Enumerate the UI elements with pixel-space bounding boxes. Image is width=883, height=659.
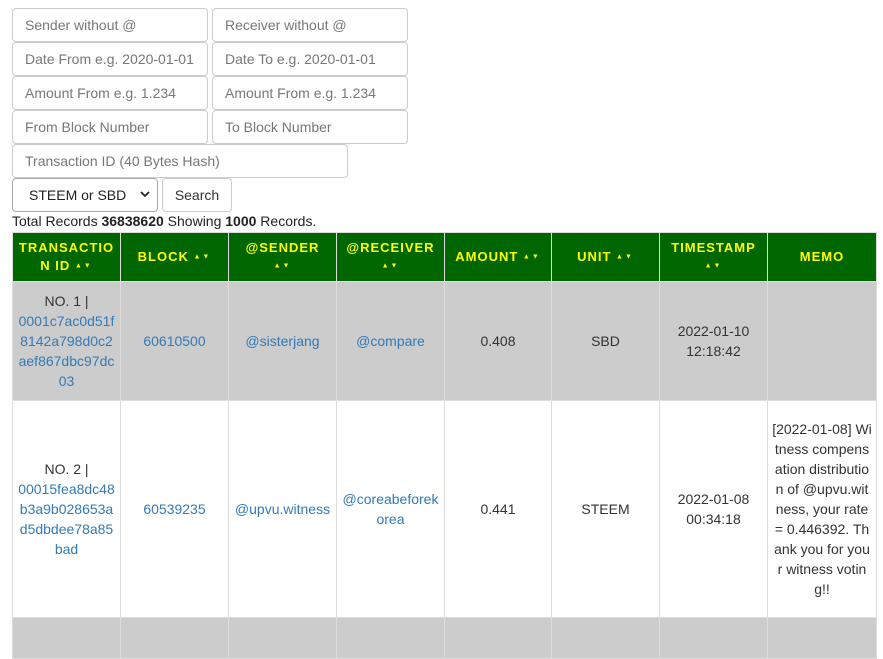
sort-icon: ▲▼ bbox=[273, 262, 292, 270]
unit-select[interactable]: STEEM or SBD bbox=[12, 178, 158, 212]
date-to-input[interactable] bbox=[212, 42, 408, 76]
cell-block: 60539235 bbox=[120, 400, 229, 618]
cell-empty bbox=[228, 617, 337, 659]
cell-unit: STEEM bbox=[551, 400, 660, 618]
sort-icon: ▲▼ bbox=[74, 262, 93, 270]
unit-select-value: STEEM or SBD bbox=[29, 187, 127, 203]
transaction-id-link[interactable]: 00015fea8dc48b3a9b028653ad5dbdee78a85bad bbox=[18, 481, 115, 557]
header-block[interactable]: BLOCK ▲▼ bbox=[120, 232, 229, 282]
header-memo: MEMO bbox=[767, 232, 877, 282]
header-sender-label: @SENDER bbox=[245, 239, 320, 255]
cell-memo: [2022-01-08] Witness compensation distri… bbox=[767, 400, 877, 618]
header-transaction-id-label: TRANSACTIO N ID bbox=[18, 239, 115, 273]
cell-amount: 0.408 bbox=[444, 281, 552, 401]
table-row bbox=[12, 617, 877, 659]
block-from-input[interactable] bbox=[12, 110, 208, 144]
cell-timestamp: 2022-01-08 00:34:18 bbox=[659, 400, 768, 618]
summary-middle: Showing bbox=[163, 213, 226, 229]
cell-memo bbox=[767, 281, 877, 401]
cell-empty bbox=[767, 617, 877, 659]
header-transaction-id[interactable]: TRANSACTIO N ID ▲▼ bbox=[12, 232, 121, 282]
header-timestamp[interactable]: TIMESTAMP ▲▼ bbox=[659, 232, 768, 282]
row-number: NO. 2 | bbox=[44, 461, 89, 477]
header-unit[interactable]: UNIT ▲▼ bbox=[551, 232, 660, 282]
search-button[interactable]: Search bbox=[162, 178, 232, 212]
sender-link[interactable]: @upvu.witness bbox=[235, 501, 330, 517]
table-header-row: TRANSACTIO N ID ▲▼ BLOCK ▲▼ @SENDER ▲▼ @R… bbox=[12, 232, 877, 282]
block-to-input[interactable] bbox=[212, 110, 408, 144]
header-timestamp-label: TIMESTAMP bbox=[671, 239, 756, 255]
table-row: NO. 1 | 0001c7ac0d51f8142a798d0c2aef867db… bbox=[12, 281, 877, 401]
header-memo-label: MEMO bbox=[799, 249, 845, 264]
cell-empty bbox=[336, 617, 445, 659]
block-link[interactable]: 60610500 bbox=[143, 333, 205, 349]
block-link[interactable]: 60539235 bbox=[143, 501, 205, 517]
sort-icon: ▲▼ bbox=[616, 253, 634, 261]
summary-prefix: Total Records bbox=[12, 213, 102, 229]
receiver-input[interactable] bbox=[212, 8, 408, 42]
cell-transaction-id: NO. 2 | 00015fea8dc48b3a9b028653ad5dbdee7… bbox=[12, 400, 121, 618]
receiver-link[interactable]: @compare bbox=[356, 333, 425, 349]
cell-unit: SBD bbox=[551, 281, 660, 401]
cell-empty bbox=[12, 617, 121, 659]
transactions-table: TRANSACTIO N ID ▲▼ BLOCK ▲▼ @SENDER ▲▼ @R… bbox=[12, 232, 877, 659]
cell-sender: @sisterjang bbox=[228, 281, 337, 401]
cell-timestamp: 2022-01-10 12:18:42 bbox=[659, 281, 768, 401]
header-block-label: BLOCK bbox=[137, 248, 189, 264]
receiver-link[interactable]: @coreabeforekorea bbox=[343, 491, 439, 527]
total-records-count: 36838620 bbox=[101, 213, 164, 229]
sort-icon: ▲▼ bbox=[193, 253, 212, 261]
table-row: NO. 2 | 00015fea8dc48b3a9b028653ad5dbdee7… bbox=[12, 400, 877, 618]
cell-amount: 0.441 bbox=[444, 400, 552, 618]
cell-receiver: @coreabeforekorea bbox=[336, 400, 445, 618]
amount-to-input[interactable] bbox=[212, 76, 408, 110]
header-amount-label: AMOUNT bbox=[455, 248, 519, 264]
cell-empty bbox=[444, 617, 552, 659]
sender-input[interactable] bbox=[12, 8, 208, 42]
showing-records-count: 1000 bbox=[225, 213, 257, 229]
date-from-input[interactable] bbox=[12, 42, 208, 76]
row-number: NO. 1 | bbox=[44, 293, 89, 309]
amount-from-input[interactable] bbox=[12, 76, 208, 110]
sender-link[interactable]: @sisterjang bbox=[245, 333, 319, 349]
sort-icon: ▲▼ bbox=[381, 262, 400, 270]
cell-empty bbox=[659, 617, 768, 659]
cell-empty bbox=[551, 617, 660, 659]
header-unit-label: UNIT bbox=[577, 248, 612, 264]
summary-suffix: Records. bbox=[256, 213, 317, 229]
header-receiver-label: @RECEIVER bbox=[346, 239, 435, 255]
sort-icon: ▲▼ bbox=[522, 253, 541, 261]
transaction-id-link[interactable]: 0001c7ac0d51f8142a798d0c2aef867dbc97dc03 bbox=[19, 313, 115, 389]
cell-empty bbox=[120, 617, 229, 659]
cell-receiver: @compare bbox=[336, 281, 445, 401]
cell-transaction-id: NO. 1 | 0001c7ac0d51f8142a798d0c2aef867db… bbox=[12, 281, 121, 401]
sort-icon: ▲▼ bbox=[704, 262, 723, 270]
header-sender[interactable]: @SENDER ▲▼ bbox=[228, 232, 337, 282]
cell-sender: @upvu.witness bbox=[228, 400, 337, 618]
header-amount[interactable]: AMOUNT ▲▼ bbox=[444, 232, 552, 282]
header-receiver[interactable]: @RECEIVER ▲▼ bbox=[336, 232, 445, 282]
transaction-id-input[interactable] bbox=[12, 144, 348, 178]
records-summary: Total Records 36838620 Showing 1000 Reco… bbox=[12, 213, 316, 229]
chevron-down-icon bbox=[140, 191, 150, 198]
cell-block: 60610500 bbox=[120, 281, 229, 401]
